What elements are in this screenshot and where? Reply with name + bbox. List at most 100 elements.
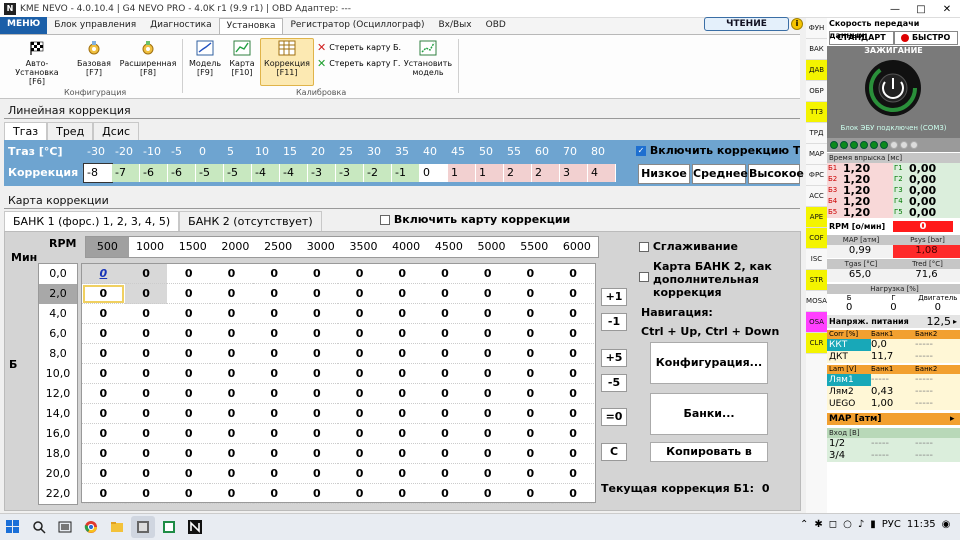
- side-button-5[interactable]: ТРД: [806, 123, 827, 144]
- grid-cell[interactable]: 0: [124, 444, 168, 464]
- grid-cell[interactable]: 0: [509, 484, 552, 504]
- task-view-icon[interactable]: [53, 516, 77, 538]
- grid-cell[interactable]: 0: [82, 444, 125, 464]
- grid-cell[interactable]: 0: [380, 364, 424, 384]
- rpm-header-cell[interactable]: 1000: [129, 237, 172, 257]
- grid-cell[interactable]: 0: [551, 264, 595, 284]
- grid-cell[interactable]: 0: [423, 344, 467, 364]
- side-button-11[interactable]: ISC: [806, 249, 827, 270]
- side-button-7[interactable]: ФРС: [806, 165, 827, 186]
- side-button-8[interactable]: АСС: [806, 186, 827, 207]
- grid-cell[interactable]: 0: [252, 484, 296, 504]
- grid-cell[interactable]: 0: [466, 284, 509, 304]
- grid-cell[interactable]: 0: [466, 484, 509, 504]
- grid-cell[interactable]: 0: [124, 364, 168, 384]
- kme-app-icon[interactable]: [131, 516, 155, 538]
- grid-cell[interactable]: 0: [551, 484, 595, 504]
- menu-io[interactable]: Вх/Вых: [431, 18, 478, 34]
- load-header-cell[interactable]: 20,0: [39, 464, 77, 484]
- grid-cell[interactable]: 0: [82, 464, 125, 484]
- load-header-cell[interactable]: 12,0: [39, 384, 77, 404]
- grid-cell[interactable]: 0: [295, 484, 339, 504]
- grid-cell[interactable]: 0: [295, 284, 339, 304]
- grid-cell[interactable]: 0: [124, 324, 168, 344]
- side-button-12[interactable]: STR: [806, 270, 827, 291]
- copy-to-bank-button[interactable]: Копировать в банк: [650, 442, 768, 462]
- map-button[interactable]: Карта [F10]: [226, 39, 258, 77]
- auto-setup-button[interactable]: Авто-Установка [F6]: [4, 39, 70, 86]
- grid-cell[interactable]: 0: [252, 304, 296, 324]
- grid-cell[interactable]: 0: [252, 344, 296, 364]
- grid-cell[interactable]: 0: [423, 264, 467, 284]
- grid-cell[interactable]: 0: [423, 324, 467, 344]
- grid-cell[interactable]: 0: [338, 464, 381, 484]
- grid-cell[interactable]: 0: [295, 404, 339, 424]
- grid-cell[interactable]: 0: [423, 464, 467, 484]
- grid-cell[interactable]: 0: [466, 424, 509, 444]
- network-icon[interactable]: ◻: [829, 519, 837, 530]
- side-button-1[interactable]: ВАК: [806, 39, 827, 60]
- grid-cell[interactable]: 0: [466, 264, 509, 284]
- plus-five-button[interactable]: +5: [601, 349, 627, 367]
- rpm-header-cell[interactable]: 3000: [299, 237, 342, 257]
- close-button[interactable]: ✕: [934, 0, 960, 18]
- enable-map-checkbox[interactable]: Включить карту коррекции: [380, 213, 570, 226]
- side-button-13[interactable]: MOSA: [806, 291, 827, 312]
- grid-cell[interactable]: 0: [82, 264, 125, 284]
- grid-cell[interactable]: 0: [295, 324, 339, 344]
- side-button-2[interactable]: ДАВ: [806, 60, 827, 81]
- correction-value-cell[interactable]: -7: [112, 164, 140, 182]
- grid-cell[interactable]: 0: [210, 484, 253, 504]
- grid-cell[interactable]: 0: [252, 284, 296, 304]
- correction-value-cell[interactable]: -5: [196, 164, 224, 182]
- grid-cell[interactable]: 0: [167, 424, 211, 444]
- grid-cell[interactable]: 0: [82, 284, 125, 304]
- rpm-header-cell[interactable]: 500: [86, 237, 129, 257]
- grid-cell[interactable]: 0: [338, 284, 381, 304]
- nevo-app-icon[interactable]: [183, 516, 207, 538]
- rpm-header-cell[interactable]: 2000: [214, 237, 257, 257]
- grid-cell[interactable]: 0: [252, 364, 296, 384]
- correction-value-cell[interactable]: 1: [476, 164, 504, 182]
- load-header-cell[interactable]: 6,0: [39, 324, 77, 344]
- grid-cell[interactable]: 0: [551, 404, 595, 424]
- grid-cell[interactable]: 0: [252, 384, 296, 404]
- grid-cell[interactable]: 0: [124, 344, 168, 364]
- correction-value-cell[interactable]: 2: [532, 164, 560, 182]
- grid-cell[interactable]: 0: [210, 404, 253, 424]
- search-icon[interactable]: [27, 516, 51, 538]
- grid-cell[interactable]: 0: [252, 324, 296, 344]
- grid-cell[interactable]: 0: [252, 404, 296, 424]
- grid-cell[interactable]: 0: [466, 324, 509, 344]
- grid-cell[interactable]: 0: [295, 384, 339, 404]
- correction-value-cell[interactable]: 4: [588, 164, 616, 182]
- grid-cell[interactable]: 0: [423, 304, 467, 324]
- grid-cell[interactable]: 0: [423, 364, 467, 384]
- grid-cell[interactable]: 0: [423, 444, 467, 464]
- rpm-header-cell[interactable]: 4000: [385, 237, 428, 257]
- grid-cell[interactable]: 0: [124, 284, 168, 304]
- grid-cell[interactable]: 0: [466, 364, 509, 384]
- grid-cell[interactable]: 0: [338, 384, 381, 404]
- grid-cell[interactable]: 0: [509, 384, 552, 404]
- tab-dsys[interactable]: Дсис: [93, 122, 140, 140]
- set-zero-button[interactable]: =0: [601, 408, 627, 426]
- grid-cell[interactable]: 0: [210, 424, 253, 444]
- correction-value-cell[interactable]: -8: [83, 163, 113, 183]
- grid-cell[interactable]: 0: [82, 324, 125, 344]
- tab-bank1[interactable]: БАНК 1 (форс.) 1, 2, 3, 4, 5): [4, 211, 180, 231]
- grid-cell[interactable]: 0: [210, 344, 253, 364]
- grid-cell[interactable]: 0: [551, 364, 595, 384]
- menu-ecu[interactable]: Блок управления: [47, 18, 143, 34]
- grid-cell[interactable]: 0: [380, 484, 424, 504]
- grid-cell[interactable]: 0: [124, 484, 168, 504]
- grid-cell[interactable]: 0: [380, 384, 424, 404]
- grid-cell[interactable]: 0: [338, 324, 381, 344]
- notification-bell-icon[interactable]: ◉: [942, 519, 951, 530]
- grid-cell[interactable]: 0: [551, 464, 595, 484]
- low-button[interactable]: Низкое: [638, 164, 690, 184]
- volume-icon[interactable]: ♪: [858, 519, 864, 530]
- grid-cell[interactable]: 0: [466, 384, 509, 404]
- grid-cell[interactable]: 0: [295, 264, 339, 284]
- chrome-icon[interactable]: [79, 516, 103, 538]
